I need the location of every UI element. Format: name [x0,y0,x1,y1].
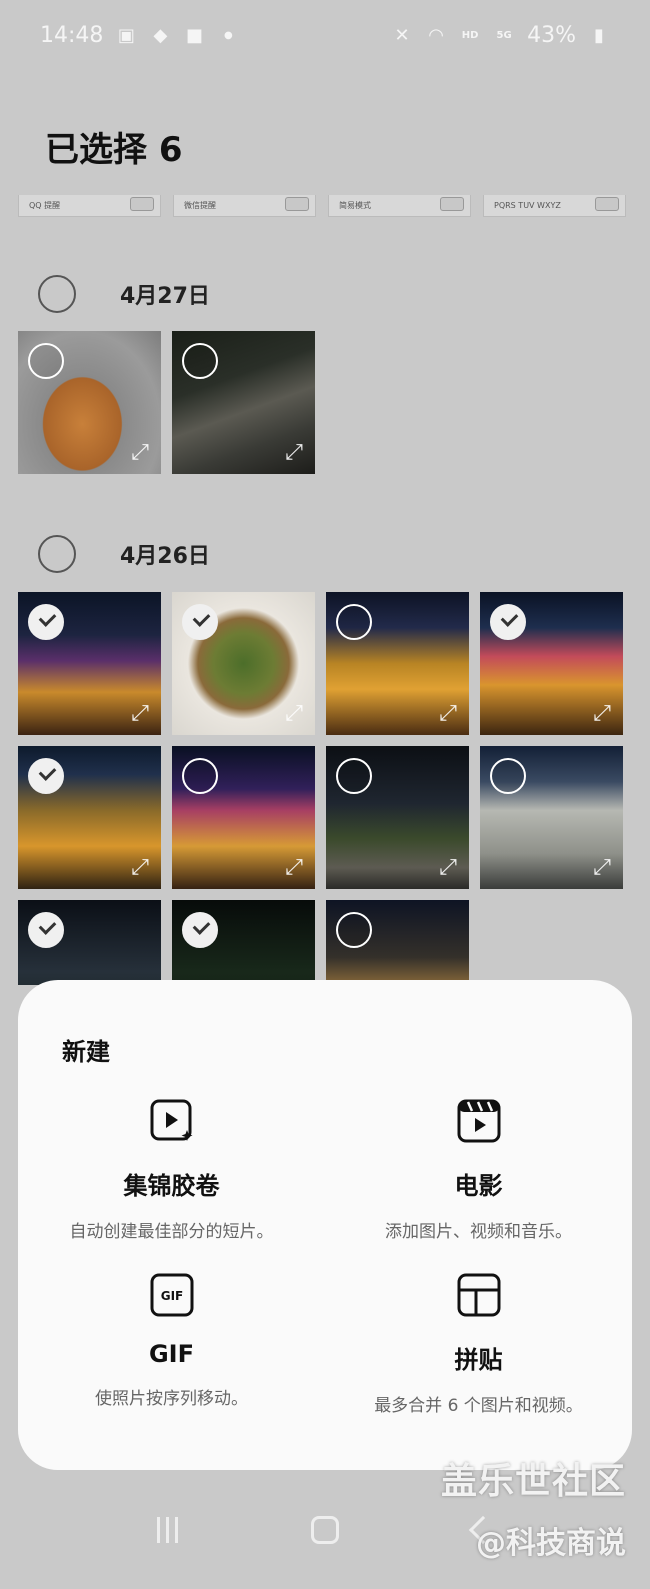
expand-icon[interactable]: ⤢ [281,701,307,727]
photo-thumbnail[interactable]: ⤢ [18,746,161,889]
selected-checkbox[interactable] [28,758,64,794]
battery-icon: ▮ [594,24,604,46]
expand-icon[interactable]: ⤢ [281,440,307,466]
date-label: 4月26日 [120,544,210,569]
expand-icon [285,197,309,211]
status-bar: 14:48 ▣ ◆ ■ ● ✕ ◠ HD 5G 43% ▮ [0,0,650,70]
status-left: 14:48 ▣ ◆ ■ ● [40,23,239,48]
partial-thumbnail[interactable]: PQRS TUV WXYZ [483,195,626,217]
hd-indicator: HD [461,29,479,41]
date-header-apr26: 4月26日 [38,535,210,573]
more-notifications-dot-icon: ● [224,29,233,41]
status-right: ✕ ◠ HD 5G 43% ▮ [391,23,610,48]
photo-grid-apr27: ⤢ ⤢ [18,331,623,474]
collage-icon [456,1272,502,1318]
highlight-reel-icon [149,1098,195,1144]
watermark: 盖乐世社区 @科技商说 [441,1452,626,1562]
battery-percent: 43% [527,22,576,48]
photo-thumbnail[interactable]: ⤢ [480,592,623,735]
svg-text:GIF: GIF [160,1289,183,1303]
expand-icon[interactable]: ⤢ [435,855,461,881]
expand-icon[interactable]: ⤢ [127,440,153,466]
select-checkbox[interactable] [28,343,64,379]
option-description: 自动创建最佳部分的短片。 [69,1222,274,1242]
select-all-checkbox[interactable] [38,275,76,313]
photo-thumbnail[interactable]: ⤢ [18,592,161,735]
expand-icon[interactable]: ⤢ [435,701,461,727]
photo-thumbnail[interactable] [172,900,315,985]
select-all-checkbox[interactable] [38,535,76,573]
movie-clapper-icon [456,1098,502,1144]
expand-icon[interactable]: ⤢ [127,701,153,727]
option-title: 集锦胶卷 [123,1172,220,1200]
date-header-apr27: 4月27日 [38,275,210,313]
expand-icon[interactable]: ⤢ [589,855,615,881]
option-description: 使照片按序列移动。 [95,1389,248,1409]
selected-checkbox[interactable] [28,912,64,948]
partial-thumbnail[interactable]: QQ 提醒 [18,195,161,217]
option-title: 拼贴 [454,1346,503,1374]
create-new-sheet: 新建 集锦胶卷 自动创建最佳部分的短片。 电影 添加图片、视频和音乐。 GIF … [18,980,632,1470]
selected-checkbox[interactable] [182,604,218,640]
partial-thumbnail[interactable]: 微信提醒 [173,195,316,217]
option-description: 添加图片、视频和音乐。 [385,1222,572,1242]
select-checkbox[interactable] [182,343,218,379]
expand-icon[interactable]: ⤢ [127,855,153,881]
page-title: 已选择 6 [45,130,183,170]
photo-thumbnail-parking-lot[interactable]: ⤢ [172,331,315,474]
photo-thumbnail[interactable] [326,900,469,985]
option-highlight-reel[interactable]: 集锦胶卷 自动创建最佳部分的短片。 [18,1098,325,1242]
clock: 14:48 [40,22,104,48]
photo-thumbnail-cat[interactable]: ⤢ [18,331,161,474]
mute-icon: ✕ [394,24,410,46]
photo-grid-apr26: ⤢ ⤢ ⤢ ⤢ ⤢ ⤢ ⤢ ⤢ [18,592,623,985]
date-label: 4月27日 [120,284,210,309]
select-checkbox[interactable] [336,758,372,794]
recents-button[interactable] [156,1517,178,1543]
option-movie[interactable]: 电影 添加图片、视频和音乐。 [325,1098,632,1242]
option-collage[interactable]: 拼贴 最多合并 6 个图片和视频。 [325,1272,632,1416]
gallery-notification-icon: ▣ [117,24,135,46]
selected-checkbox[interactable] [28,604,64,640]
option-gif[interactable]: GIF GIF 使照片按序列移动。 [18,1272,325,1409]
expand-icon [595,197,619,211]
option-title: 电影 [454,1172,503,1200]
option-description: 最多合并 6 个图片和视频。 [374,1396,583,1416]
selected-checkbox[interactable] [490,604,526,640]
photo-list[interactable]: QQ 提醒 微信提醒 简易模式 PQRS TUV WXYZ 4月27日 ⤢ ⤢ … [0,195,650,985]
option-title: GIF [148,1340,195,1368]
select-checkbox[interactable] [336,912,372,948]
selected-checkbox[interactable] [182,912,218,948]
photo-thumbnail[interactable]: ⤢ [172,746,315,889]
home-button[interactable] [311,1516,340,1544]
expand-icon[interactable]: ⤢ [281,855,307,881]
shopping-bag-icon: ◆ [153,24,168,46]
photo-thumbnail[interactable]: ⤢ [326,746,469,889]
watermark-line2: @科技商说 [476,1526,626,1561]
expand-icon [440,197,464,211]
expand-icon[interactable]: ⤢ [589,701,615,727]
gif-icon: GIF [149,1272,195,1318]
sheet-title: 新建 [62,1038,110,1066]
wifi-icon: ◠ [428,24,444,46]
message-icon: ■ [185,24,203,46]
select-checkbox[interactable] [490,758,526,794]
select-checkbox[interactable] [336,604,372,640]
expand-icon [130,197,154,211]
select-checkbox[interactable] [182,758,218,794]
photo-thumbnail[interactable]: ⤢ [326,592,469,735]
signal-5g-indicator: 5G [496,29,512,41]
partial-thumbnail[interactable]: 简易模式 [328,195,471,217]
photo-thumbnail[interactable]: ⤢ [172,592,315,735]
watermark-line1: 盖乐世社区 [440,1461,626,1502]
photo-thumbnail[interactable]: ⤢ [480,746,623,889]
partial-thumbnail-row: QQ 提醒 微信提醒 简易模式 PQRS TUV WXYZ [18,195,626,217]
photo-thumbnail[interactable] [18,900,161,985]
